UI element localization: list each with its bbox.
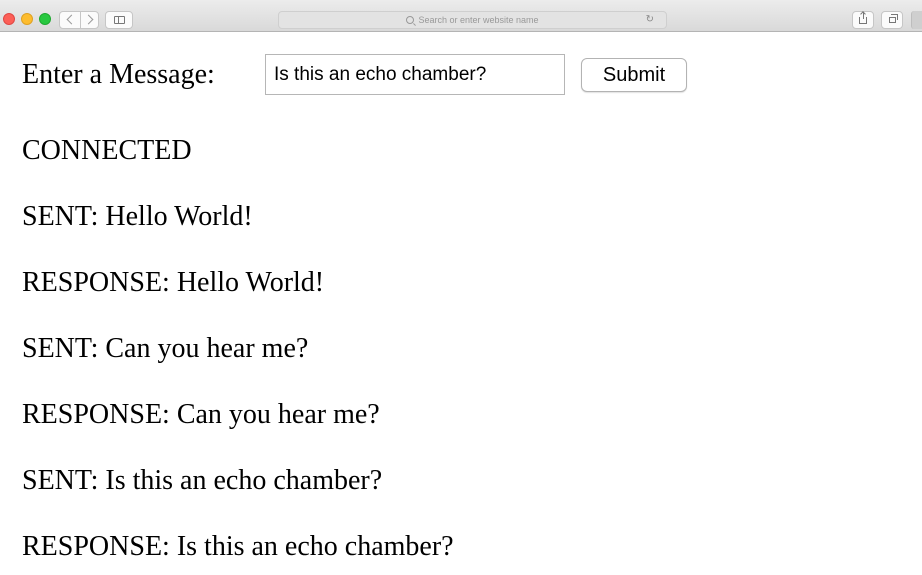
log-entry-sent: SENT: Can you hear me? bbox=[22, 333, 309, 364]
message-label: Enter a Message: bbox=[22, 59, 215, 90]
log-entry-response: RESPONSE: Hello World! bbox=[22, 267, 325, 298]
chevron-right-icon bbox=[83, 14, 94, 25]
status-connected: CONNECTED bbox=[22, 135, 192, 166]
zoom-window-button[interactable] bbox=[39, 13, 51, 25]
new-tab-button[interactable] bbox=[911, 11, 922, 29]
show-tabs-button[interactable] bbox=[881, 11, 903, 29]
browser-toolbar: Search or enter website name ↻ bbox=[0, 0, 922, 32]
address-bar-content: Search or enter website name bbox=[279, 12, 666, 28]
log-entry-response: RESPONSE: Can you hear me? bbox=[22, 399, 380, 430]
reload-icon[interactable]: ↻ bbox=[646, 13, 654, 27]
back-button[interactable] bbox=[60, 12, 81, 28]
log-entry-sent: SENT: Hello World! bbox=[22, 201, 253, 232]
navigation-buttons bbox=[59, 11, 99, 29]
log-entry-response: RESPONSE: Is this an echo chamber? bbox=[22, 531, 454, 562]
minimize-window-button[interactable] bbox=[21, 13, 33, 25]
close-window-button[interactable] bbox=[3, 13, 15, 25]
sidebar-toggle-button[interactable] bbox=[105, 11, 133, 29]
log-entry-sent: SENT: Is this an echo chamber? bbox=[22, 465, 383, 496]
forward-button[interactable] bbox=[80, 12, 100, 28]
page-content: Enter a Message: Submit CONNECTED SENT: … bbox=[0, 32, 922, 575]
tabs-icon bbox=[889, 14, 898, 23]
share-icon bbox=[859, 12, 867, 24]
chevron-left-icon bbox=[66, 14, 77, 25]
share-button[interactable] bbox=[852, 11, 874, 29]
message-input[interactable] bbox=[265, 54, 565, 95]
submit-button[interactable]: Submit bbox=[581, 58, 687, 92]
address-bar[interactable]: Search or enter website name ↻ bbox=[278, 11, 667, 29]
browser-window: Search or enter website name ↻ Enter a M… bbox=[0, 0, 922, 575]
search-icon bbox=[406, 16, 415, 24]
message-log: CONNECTED SENT: Hello World! RESPONSE: H… bbox=[22, 133, 454, 575]
sidebar-icon bbox=[114, 16, 125, 24]
address-placeholder: Search or enter website name bbox=[418, 15, 539, 25]
